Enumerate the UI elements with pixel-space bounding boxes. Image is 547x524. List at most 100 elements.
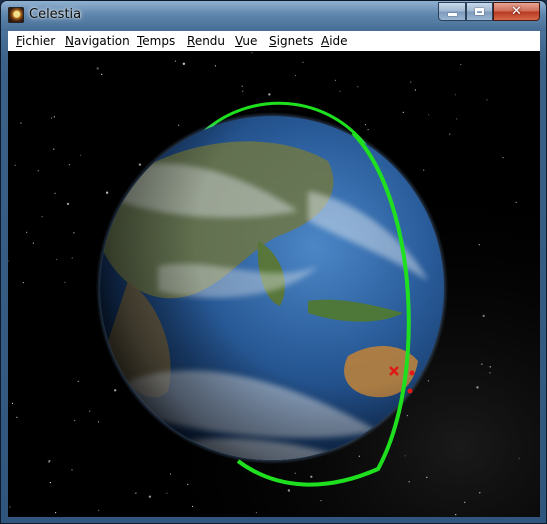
star bbox=[427, 380, 429, 382]
star bbox=[414, 89, 416, 91]
star bbox=[454, 94, 456, 96]
star bbox=[49, 482, 52, 484]
star bbox=[426, 476, 428, 478]
star bbox=[428, 114, 430, 116]
star bbox=[47, 460, 51, 463]
star bbox=[77, 380, 79, 382]
star bbox=[364, 124, 367, 126]
star bbox=[358, 455, 360, 457]
star bbox=[287, 489, 291, 492]
maximize-icon bbox=[475, 8, 484, 15]
star bbox=[138, 163, 142, 166]
star bbox=[89, 410, 91, 412]
star bbox=[455, 514, 457, 516]
star bbox=[64, 281, 66, 283]
star bbox=[320, 500, 322, 502]
star bbox=[98, 509, 100, 511]
star bbox=[97, 421, 100, 423]
scene-canvas bbox=[8, 51, 540, 517]
menu-fichier[interactable]: Fichier bbox=[16, 34, 55, 48]
star bbox=[518, 457, 520, 459]
star bbox=[251, 52, 253, 54]
star bbox=[241, 85, 243, 87]
star bbox=[310, 475, 313, 478]
title-bar[interactable]: Celestia ✕ bbox=[1, 1, 546, 31]
menu-vue[interactable]: Vue bbox=[235, 34, 257, 48]
star bbox=[478, 244, 480, 246]
celestia-window: Celestia ✕ Fichier Navigation Temps Rend… bbox=[0, 0, 547, 524]
star bbox=[166, 492, 168, 494]
star bbox=[339, 90, 341, 92]
star bbox=[268, 93, 271, 96]
star bbox=[423, 169, 425, 171]
star bbox=[476, 386, 479, 389]
menu-signets[interactable]: Signets bbox=[269, 34, 314, 48]
star bbox=[135, 492, 137, 494]
star bbox=[187, 483, 189, 486]
star bbox=[68, 164, 70, 166]
star bbox=[502, 157, 504, 159]
star bbox=[26, 231, 28, 233]
celestia-app-icon[interactable] bbox=[8, 7, 24, 23]
star bbox=[302, 61, 304, 63]
maximize-button[interactable] bbox=[466, 2, 493, 21]
star bbox=[71, 469, 73, 471]
star bbox=[515, 201, 517, 203]
star bbox=[54, 192, 56, 194]
star bbox=[482, 314, 485, 318]
star bbox=[408, 481, 410, 483]
star bbox=[50, 117, 53, 119]
star bbox=[367, 129, 369, 131]
star bbox=[191, 505, 194, 508]
minimize-icon bbox=[447, 12, 457, 16]
star bbox=[56, 258, 58, 261]
space-viewport[interactable] bbox=[8, 51, 540, 517]
star bbox=[55, 512, 57, 514]
close-icon: ✕ bbox=[511, 4, 522, 19]
star bbox=[11, 402, 14, 404]
window-title: Celestia bbox=[29, 7, 82, 22]
star bbox=[53, 116, 55, 118]
star bbox=[489, 372, 491, 374]
star bbox=[71, 257, 73, 259]
star bbox=[402, 111, 404, 113]
star bbox=[479, 492, 481, 494]
star bbox=[16, 416, 18, 418]
star bbox=[20, 122, 22, 124]
star bbox=[410, 81, 412, 83]
menu-aide[interactable]: Aide bbox=[321, 34, 348, 48]
star bbox=[334, 79, 337, 81]
star bbox=[22, 282, 24, 284]
star bbox=[182, 62, 186, 65]
star bbox=[357, 86, 359, 88]
star bbox=[53, 148, 55, 150]
close-button[interactable]: ✕ bbox=[493, 2, 540, 21]
star bbox=[148, 495, 152, 498]
star bbox=[460, 63, 462, 66]
star bbox=[178, 124, 180, 126]
star bbox=[73, 232, 75, 234]
star bbox=[456, 118, 458, 120]
menu-temps[interactable]: Temps bbox=[137, 34, 175, 48]
menu-navigation[interactable]: Navigation bbox=[65, 34, 130, 48]
star bbox=[74, 420, 76, 422]
star bbox=[169, 473, 172, 475]
star bbox=[9, 506, 11, 508]
menu-bar: Fichier Navigation Temps Rendu Vue Signe… bbox=[8, 31, 540, 52]
minimize-button[interactable] bbox=[438, 2, 466, 21]
star bbox=[32, 242, 34, 244]
star bbox=[294, 472, 296, 474]
star bbox=[96, 67, 99, 70]
star bbox=[486, 99, 488, 101]
star bbox=[14, 164, 16, 166]
star bbox=[174, 60, 177, 62]
star bbox=[481, 363, 483, 365]
star bbox=[242, 90, 244, 92]
star bbox=[79, 154, 81, 156]
star bbox=[406, 415, 408, 417]
star bbox=[489, 366, 491, 368]
star bbox=[114, 389, 117, 392]
star bbox=[404, 455, 406, 457]
star bbox=[294, 74, 297, 77]
menu-rendu[interactable]: Rendu bbox=[187, 34, 225, 48]
